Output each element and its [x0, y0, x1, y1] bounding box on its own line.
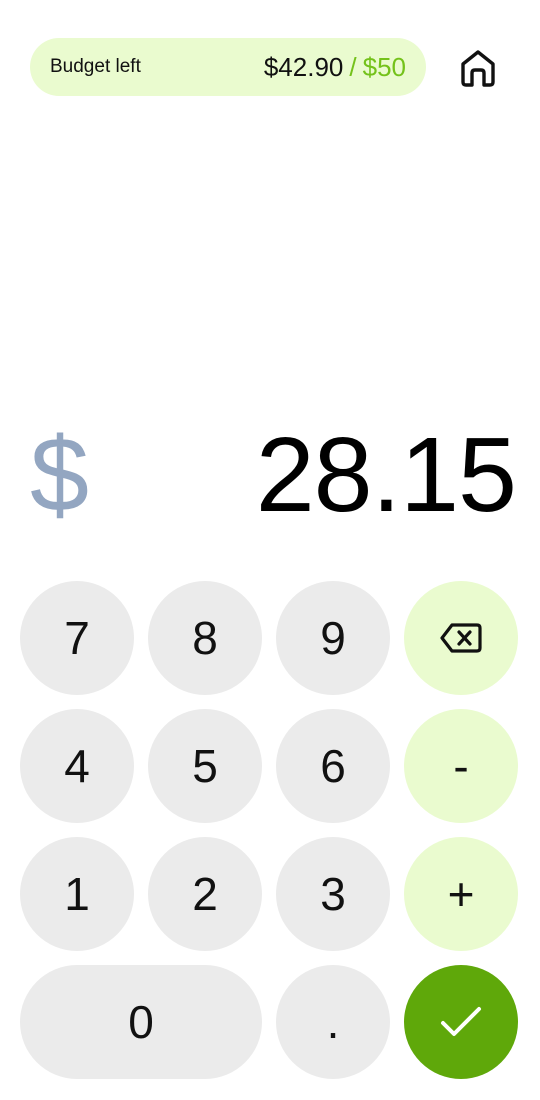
checkmark-icon: [441, 1007, 481, 1036]
currency-symbol: $: [30, 416, 89, 534]
key-8[interactable]: 8: [148, 581, 262, 695]
budget-values: $42.90 / $50: [264, 52, 406, 83]
key-9[interactable]: 9: [276, 581, 390, 695]
amount-display: 28.15: [255, 416, 517, 534]
budget-separator: /: [349, 51, 357, 82]
home-button[interactable]: [452, 42, 504, 94]
key-7[interactable]: 7: [20, 581, 134, 695]
key-5[interactable]: 5: [148, 709, 262, 823]
key-0[interactable]: 0: [20, 965, 262, 1079]
plus-button[interactable]: +: [404, 837, 518, 951]
home-icon: [461, 50, 495, 87]
backspace-icon: [440, 623, 482, 653]
budget-label: Budget left: [50, 56, 141, 77]
budget-total: $50: [362, 51, 406, 82]
minus-button[interactable]: -: [404, 709, 518, 823]
backspace-button[interactable]: [404, 581, 518, 695]
key-1[interactable]: 1: [20, 837, 134, 951]
key-4[interactable]: 4: [20, 709, 134, 823]
key-3[interactable]: 3: [276, 837, 390, 951]
budget-indicator: Budget left $42.90 / $50: [30, 38, 426, 96]
submit-button[interactable]: [404, 965, 518, 1079]
key-2[interactable]: 2: [148, 837, 262, 951]
key-6[interactable]: 6: [276, 709, 390, 823]
decimal-key[interactable]: .: [276, 965, 390, 1079]
budget-remaining: $42.90: [263, 51, 344, 82]
